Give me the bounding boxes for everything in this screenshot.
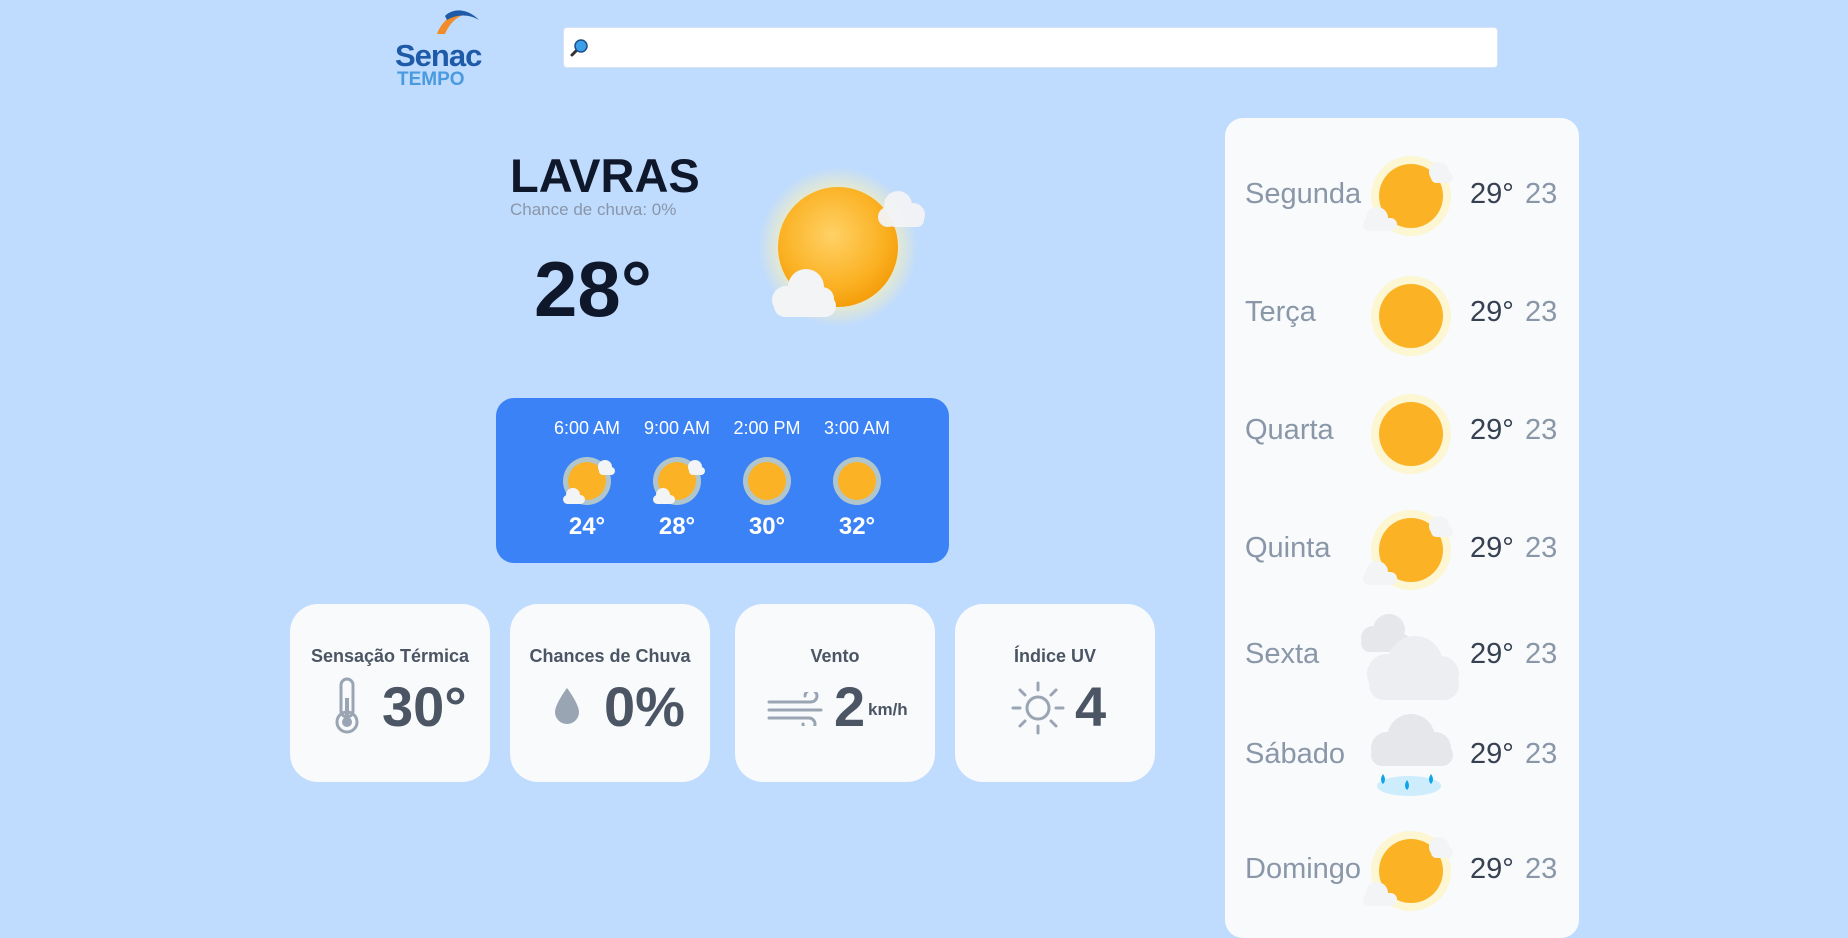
uv-index-card: Índice UV 4 (955, 604, 1155, 782)
search-bar (563, 27, 1498, 69)
card-title: Sensação Térmica (310, 646, 470, 666)
wind-value: 2 (834, 675, 866, 738)
weekday-min-temp: 23 (1525, 738, 1558, 770)
hour-time: 9:00 AM (643, 418, 711, 438)
sun-icon (833, 457, 881, 505)
search-icon[interactable] (568, 37, 590, 59)
feels-like-value: 30° (382, 675, 467, 738)
rain-chance-text: Chance de chuva: 0% (510, 200, 677, 219)
wind-unit: km/h (868, 700, 908, 719)
logo-sub-text: TEMPO (397, 69, 465, 90)
weekday-row: Quarta 29° 23 (1225, 384, 1579, 484)
hour-time: 3:00 AM (823, 418, 891, 438)
sun-cloud-icon (1363, 831, 1453, 911)
weekday-max-temp: 29° (1470, 738, 1514, 770)
weekday-max-temp: 29° (1470, 414, 1514, 446)
uv-value: 4 (1075, 675, 1107, 738)
sun-cloud-icon (1363, 156, 1453, 236)
hour-temp: 32° (838, 513, 876, 540)
uv-sun-icon (1011, 681, 1065, 735)
weekday-row: Sexta 29° 23 (1225, 608, 1579, 708)
hour-temp: 28° (658, 513, 696, 540)
weekday-min-temp: 23 (1525, 414, 1558, 446)
weekday-min-temp: 23 (1525, 532, 1558, 564)
hourly-item: 2:00 PM 30° (722, 418, 812, 541)
weekday-max-temp: 29° (1470, 532, 1514, 564)
sun-cloud-icon (563, 457, 615, 505)
senac-logo[interactable]: Senac TEMPO (395, 8, 485, 90)
weekday-row: Segunda 29° 23 (1225, 148, 1579, 248)
sun-cloud-icon (1363, 510, 1453, 590)
weekday-name: Sábado (1245, 738, 1345, 770)
weekday-min-temp: 23 (1525, 638, 1558, 670)
weekday-name: Quinta (1245, 532, 1331, 564)
weekday-max-temp: 29° (1470, 296, 1514, 328)
weekday-name: Quarta (1245, 414, 1334, 446)
hourly-item: 9:00 AM 28° (632, 418, 722, 541)
weekday-name: Segunda (1245, 178, 1362, 210)
weekday-min-temp: 23 (1525, 178, 1558, 210)
hour-time: 2:00 PM (733, 418, 801, 438)
rain-chance-card: Chances de Chuva 0% (510, 604, 710, 782)
sun-icon (743, 457, 791, 505)
weekday-min-temp: 23 (1525, 853, 1558, 885)
search-input[interactable] (596, 28, 1490, 69)
weekday-name: Terça (1245, 296, 1316, 328)
city-name: LAVRAS (510, 149, 700, 202)
hour-temp: 24° (568, 513, 606, 540)
wind-icon (767, 692, 823, 726)
weekday-row: Quinta 29° 23 (1225, 502, 1579, 602)
hourly-item: 3:00 AM 32° (812, 418, 902, 541)
weekday-row: Domingo 29° 23 (1225, 823, 1579, 923)
weekly-forecast-panel: Segunda 29° 23 Terça 29° 23 Quarta 29° 2… (1225, 118, 1579, 938)
sun-icon (1371, 276, 1451, 356)
weekday-min-temp: 23 (1525, 296, 1558, 328)
weekday-max-temp: 29° (1470, 178, 1514, 210)
wind-card: Vento 2 km/h (735, 604, 935, 782)
current-temperature: 28° (534, 245, 652, 333)
senac-swoosh-icon (437, 10, 479, 34)
hour-temp: 30° (748, 513, 786, 540)
cloudy-icon (1361, 614, 1459, 700)
sun-cloud-icon (758, 167, 925, 327)
weekday-max-temp: 29° (1470, 638, 1514, 670)
weekday-name: Domingo (1245, 853, 1362, 885)
card-title: Índice UV (1013, 646, 1097, 666)
hourly-forecast-panel: 6:00 AM 24° 9:00 AM 28° 2:00 PM 30° 3:00… (496, 398, 949, 563)
card-title: Vento (810, 646, 860, 666)
card-title: Chances de Chuva (529, 646, 691, 666)
hour-time: 6:00 AM (553, 418, 621, 438)
weekday-row: Sábado 29° 23 (1225, 708, 1579, 808)
hourly-item: 6:00 AM 24° (542, 418, 632, 541)
weekday-max-temp: 29° (1470, 853, 1514, 885)
sun-icon (1371, 394, 1451, 474)
rain-icon (1371, 714, 1453, 796)
rain-chance-value: 0% (604, 675, 685, 738)
raindrop-icon (555, 688, 579, 724)
sun-cloud-icon (653, 457, 705, 505)
weekday-row: Terça 29° 23 (1225, 266, 1579, 366)
weekday-name: Sexta (1245, 638, 1320, 670)
thermometer-icon (335, 677, 359, 734)
feels-like-card: Sensação Térmica 30° (290, 604, 490, 782)
